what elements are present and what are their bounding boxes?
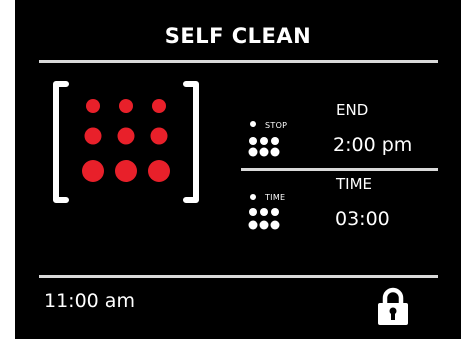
duration-value: 03:00 [335,208,390,230]
status-divider [39,275,438,278]
page-title: SELF CLEAN [164,24,312,48]
time-caption: TIME [265,193,286,202]
end-time-value: 2:00 pm [333,134,413,156]
section-divider [241,168,438,171]
lock-icon[interactable] [376,287,410,327]
clock-time: 11:00 am [44,290,135,312]
oven-display-screen: SELF CLEAN STOP END 2:00 pm TIME TIME 03… [15,0,461,339]
time-label: TIME [336,175,373,193]
end-label: END [336,101,369,119]
stop-caption: STOP [265,121,288,130]
title-divider [39,60,438,63]
oven-heat-grid-icon [53,81,199,203]
